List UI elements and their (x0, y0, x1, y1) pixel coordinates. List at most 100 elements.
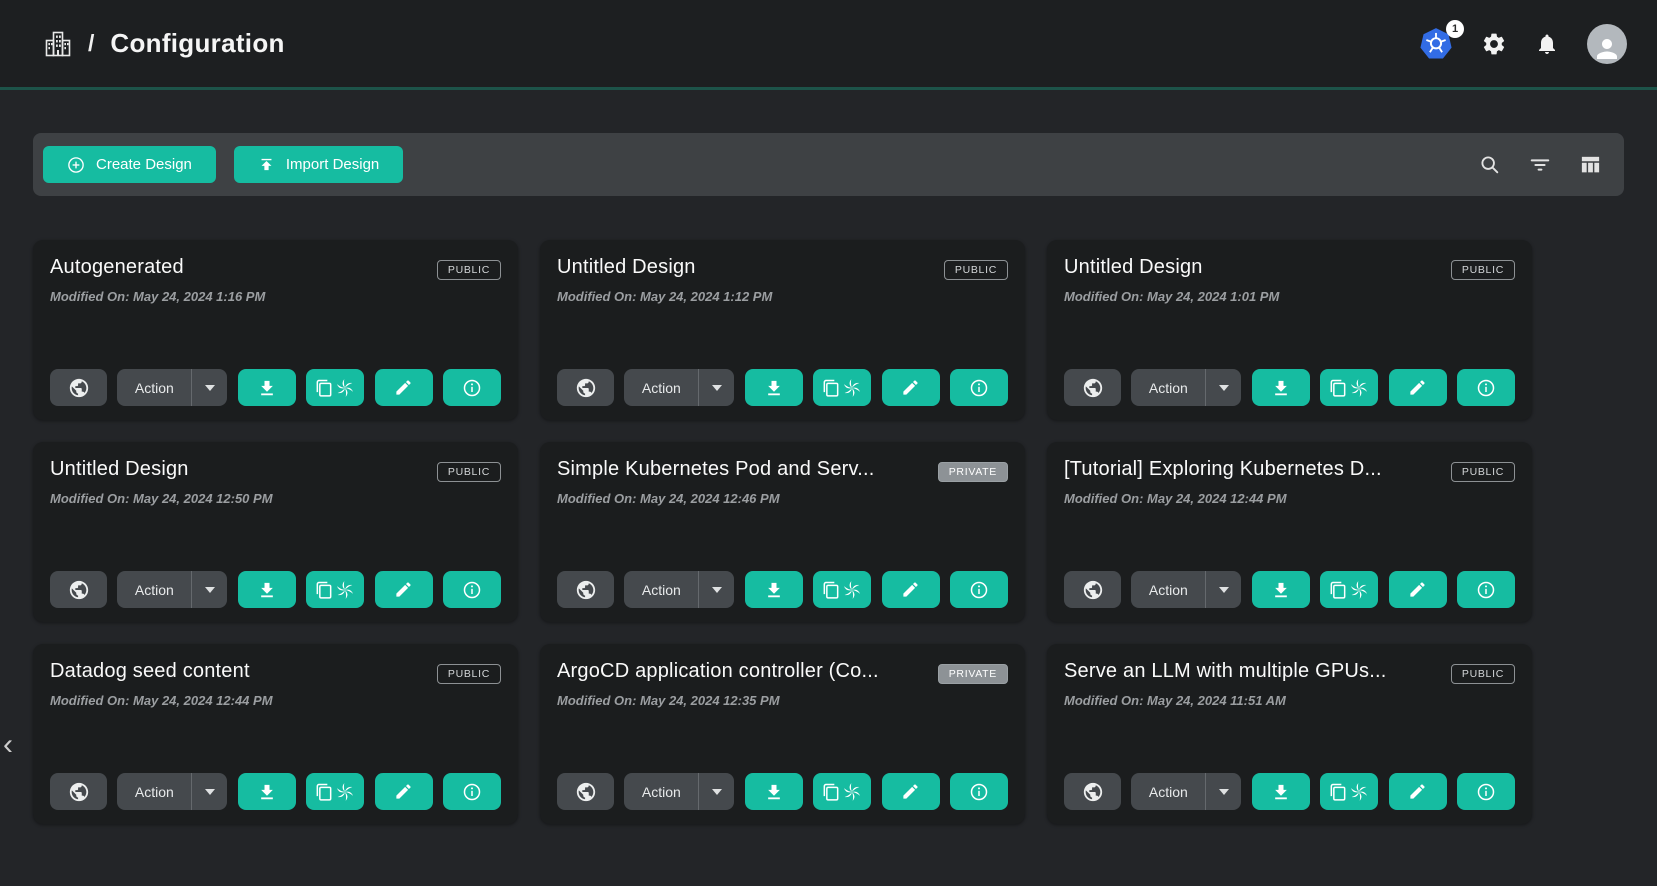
action-label[interactable]: Action (624, 380, 698, 396)
action-label[interactable]: Action (1131, 582, 1205, 598)
clone-button[interactable] (306, 773, 364, 810)
visibility-globe-button[interactable] (557, 369, 614, 406)
caret-down-icon[interactable] (192, 789, 227, 795)
caret-down-icon[interactable] (699, 789, 734, 795)
visibility-globe-button[interactable] (1064, 773, 1121, 810)
edit-button[interactable] (375, 369, 433, 406)
design-title[interactable]: ArgoCD application controller (Co... (557, 660, 879, 683)
user-avatar[interactable] (1587, 24, 1627, 64)
action-split-button[interactable]: Action (624, 369, 734, 406)
clone-button[interactable] (306, 571, 364, 608)
design-title[interactable]: Serve an LLM with multiple GPUs... (1064, 660, 1386, 683)
action-label[interactable]: Action (117, 380, 191, 396)
edit-button[interactable] (1389, 369, 1447, 406)
info-button[interactable] (443, 369, 501, 406)
design-title[interactable]: Untitled Design (557, 256, 696, 279)
download-button[interactable] (238, 369, 296, 406)
download-button[interactable] (1252, 369, 1310, 406)
action-label[interactable]: Action (117, 582, 191, 598)
edit-button[interactable] (882, 369, 940, 406)
edit-button[interactable] (882, 571, 940, 608)
action-split-button[interactable]: Action (117, 773, 227, 810)
action-split-button[interactable]: Action (1131, 773, 1241, 810)
info-button[interactable] (1457, 369, 1515, 406)
table-view-icon[interactable] (1579, 153, 1602, 176)
download-button[interactable] (745, 571, 803, 608)
visibility-globe-button[interactable] (1064, 369, 1121, 406)
download-button[interactable] (745, 773, 803, 810)
download-button[interactable] (745, 369, 803, 406)
settings-gear-icon[interactable] (1481, 31, 1507, 57)
info-button[interactable] (1457, 773, 1515, 810)
edit-button[interactable] (1389, 773, 1447, 810)
download-icon (764, 782, 784, 802)
download-button[interactable] (1252, 571, 1310, 608)
info-button[interactable] (950, 571, 1008, 608)
notifications-bell-icon[interactable] (1535, 32, 1559, 56)
info-button[interactable] (1457, 571, 1515, 608)
caret-down-icon[interactable] (1206, 587, 1241, 593)
create-design-button[interactable]: Create Design (43, 146, 216, 183)
download-icon (257, 782, 277, 802)
edit-button[interactable] (375, 571, 433, 608)
swirl-button[interactable] (813, 571, 871, 608)
action-label[interactable]: Action (624, 582, 698, 598)
organization-building-icon[interactable] (44, 31, 72, 57)
action-label[interactable]: Action (1131, 380, 1205, 396)
edit-button[interactable] (882, 773, 940, 810)
visibility-globe-button[interactable] (50, 773, 107, 810)
clone-button[interactable] (1320, 369, 1378, 406)
design-title[interactable]: [Tutorial] Exploring Kubernetes D... (1064, 458, 1382, 481)
action-split-button[interactable]: Action (1131, 369, 1241, 406)
clone-button[interactable] (1320, 571, 1378, 608)
search-icon[interactable] (1479, 154, 1501, 176)
action-split-button[interactable]: Action (117, 369, 227, 406)
caret-down-icon[interactable] (192, 385, 227, 391)
info-button[interactable] (950, 773, 1008, 810)
design-title[interactable]: Untitled Design (1064, 256, 1203, 279)
edit-pencil-icon (1408, 580, 1427, 599)
kubernetes-context-icon[interactable]: 1 (1419, 27, 1453, 61)
info-button[interactable] (950, 369, 1008, 406)
action-split-button[interactable]: Action (624, 773, 734, 810)
download-button[interactable] (238, 571, 296, 608)
sidebar-collapse-chevron-icon[interactable]: ‹ (3, 730, 13, 760)
card-action-row: Action (1064, 571, 1515, 608)
info-button[interactable] (443, 571, 501, 608)
clone-button[interactable] (1320, 773, 1378, 810)
globe-public-icon (68, 579, 90, 601)
download-button[interactable] (1252, 773, 1310, 810)
card-action-row: Action (50, 773, 501, 810)
visibility-globe-button[interactable] (50, 369, 107, 406)
design-title[interactable]: Simple Kubernetes Pod and Serv... (557, 458, 875, 481)
modified-on: Modified On: May 24, 2024 12:44 PM (1064, 491, 1515, 506)
download-button[interactable] (238, 773, 296, 810)
swirl-button[interactable] (813, 773, 871, 810)
action-label[interactable]: Action (117, 784, 191, 800)
design-title[interactable]: Datadog seed content (50, 660, 250, 683)
action-split-button[interactable]: Action (624, 571, 734, 608)
edit-button[interactable] (375, 773, 433, 810)
visibility-globe-button[interactable] (557, 773, 614, 810)
visibility-globe-button[interactable] (50, 571, 107, 608)
clone-button[interactable] (813, 369, 871, 406)
visibility-globe-button[interactable] (557, 571, 614, 608)
caret-down-icon[interactable] (1206, 385, 1241, 391)
caret-down-icon[interactable] (1206, 789, 1241, 795)
import-design-button[interactable]: Import Design (234, 146, 403, 183)
clone-button[interactable] (306, 369, 364, 406)
action-label[interactable]: Action (1131, 784, 1205, 800)
action-split-button[interactable]: Action (117, 571, 227, 608)
meshery-swirl-icon (841, 781, 863, 803)
edit-button[interactable] (1389, 571, 1447, 608)
caret-down-icon[interactable] (699, 385, 734, 391)
filter-icon[interactable] (1529, 154, 1551, 176)
caret-down-icon[interactable] (192, 587, 227, 593)
info-button[interactable] (443, 773, 501, 810)
design-title[interactable]: Autogenerated (50, 256, 184, 279)
action-label[interactable]: Action (624, 784, 698, 800)
visibility-globe-button[interactable] (1064, 571, 1121, 608)
caret-down-icon[interactable] (699, 587, 734, 593)
action-split-button[interactable]: Action (1131, 571, 1241, 608)
design-title[interactable]: Untitled Design (50, 458, 189, 481)
